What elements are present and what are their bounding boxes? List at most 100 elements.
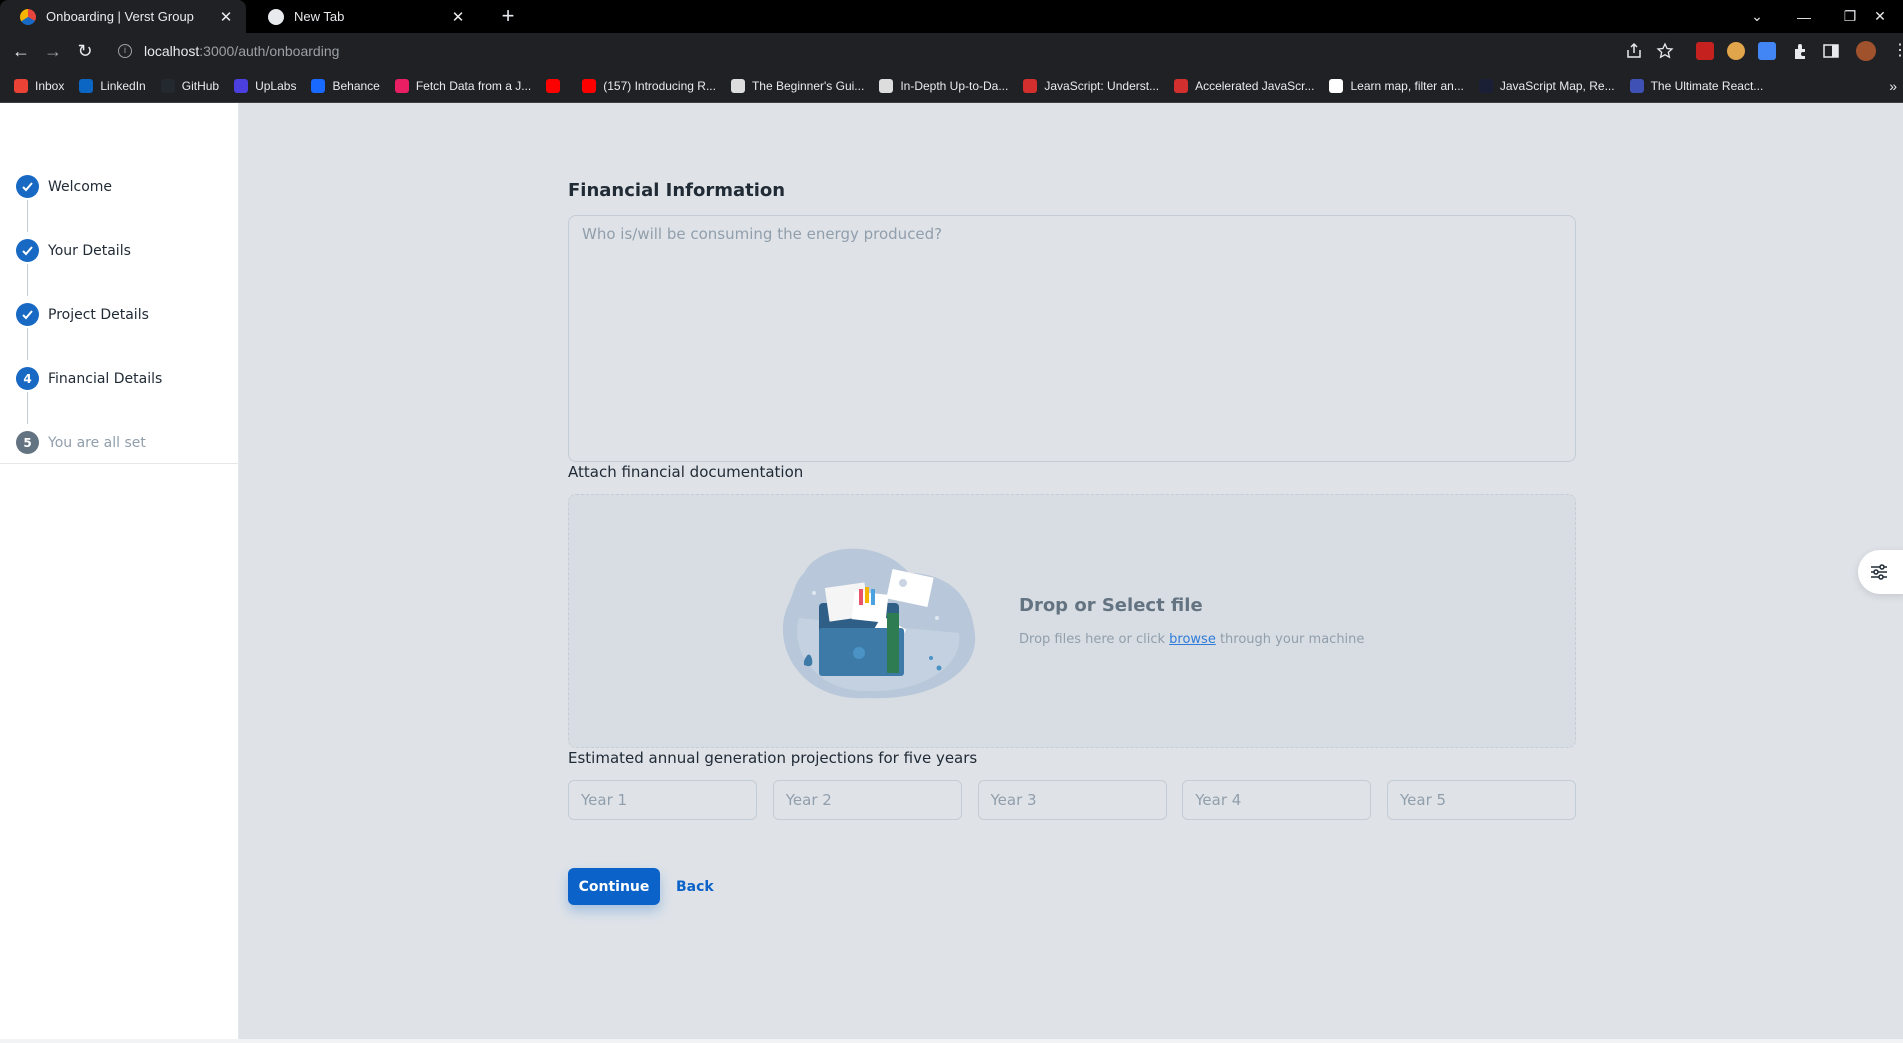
step-label: Welcome (48, 178, 113, 195)
bookmark-item[interactable] (546, 78, 567, 93)
reload-icon[interactable]: ↻ (74, 40, 96, 62)
sliders-icon (1871, 564, 1887, 580)
file-dropzone[interactable]: Drop or Select file Drop files here or c… (568, 494, 1576, 748)
more-bookmarks-icon[interactable]: » (1889, 78, 1897, 94)
dropzone-hint-end: through your machine (1215, 632, 1365, 647)
bookmark-item[interactable]: Inbox (14, 78, 65, 93)
year-5-input[interactable] (1387, 780, 1576, 820)
bookmark-item[interactable]: Behance (311, 78, 380, 93)
bookmark-favicon-icon (160, 78, 175, 93)
step-your-details[interactable]: Your Details (16, 239, 131, 262)
bookmark-label: UpLabs (255, 78, 297, 93)
dropzone-hint-start: Drop files here or click (1019, 632, 1170, 647)
bookmark-favicon-icon (1174, 78, 1189, 93)
browser-tab-newtab[interactable]: New Tab ✕ (248, 0, 478, 33)
year-4-input[interactable] (1182, 780, 1372, 820)
bookmark-favicon-icon (879, 78, 894, 93)
bookmark-label: LinkedIn (100, 78, 146, 93)
browser-tab-active[interactable]: Onboarding | Verst Group ✕ (0, 0, 246, 33)
bookmark-item[interactable]: JavaScript Map, Re... (1478, 78, 1615, 93)
check-icon (16, 303, 39, 326)
profile-avatar[interactable] (1856, 41, 1876, 61)
bookmark-favicon-icon (79, 78, 94, 93)
bookmark-star-icon[interactable] (1656, 42, 1674, 60)
browser-toolbar: ← → ↻ i localhost:3000/auth/onboarding ⋮ (0, 33, 1903, 69)
browse-link[interactable]: browse (1169, 632, 1216, 647)
year-3-input[interactable] (977, 780, 1167, 820)
onboarding-stepper: Welcome Your Details Project Details 4 F… (0, 103, 239, 1043)
bookmark-favicon-icon (394, 78, 409, 93)
step-number: 5 (16, 431, 39, 454)
continue-button[interactable]: Continue (568, 868, 660, 905)
bookmark-item[interactable]: Learn map, filter an... (1329, 78, 1464, 93)
bookmark-label: GitHub (181, 78, 220, 93)
dropzone-hint: Drop files here or click browse through … (1019, 632, 1364, 647)
step-label: You are all set (48, 434, 146, 451)
url-host: localhost (144, 43, 200, 59)
settings-drawer-toggle[interactable] (1858, 550, 1903, 594)
bookmark-label: JavaScript: Underst... (1044, 78, 1160, 93)
tab-title: New Tab (294, 9, 345, 24)
side-panel-icon[interactable] (1822, 42, 1840, 60)
step-label: Project Details (48, 306, 149, 323)
bookmark-item[interactable]: The Ultimate React... (1629, 78, 1763, 93)
browser-tab-strip: Onboarding | Verst Group ✕ New Tab ✕ + ⌄… (0, 0, 1903, 33)
address-bar[interactable]: i localhost:3000/auth/onboarding (108, 37, 1678, 65)
bookmark-item[interactable]: LinkedIn (79, 78, 146, 93)
new-tab-button[interactable]: + (496, 5, 520, 29)
step-financial-details[interactable]: 4 Financial Details (16, 367, 162, 390)
back-button[interactable]: Back (676, 868, 714, 905)
share-icon[interactable] (1625, 42, 1643, 60)
site-favicon-icon (20, 8, 36, 25)
close-window-button[interactable]: ✕ (1857, 0, 1903, 33)
bookmark-item[interactable]: In-Depth Up-to-Da... (879, 78, 1009, 93)
extensions-puzzle-icon[interactable] (1791, 42, 1809, 60)
bookmark-label: In-Depth Up-to-Da... (900, 78, 1009, 93)
step-connector (27, 392, 28, 424)
close-tab-icon[interactable]: ✕ (218, 8, 234, 26)
tab-search-icon[interactable]: ⌄ (1734, 0, 1780, 33)
bookmark-item[interactable]: GitHub (160, 78, 220, 93)
step-label: Financial Details (48, 370, 163, 387)
bookmark-favicon-icon (14, 78, 28, 93)
check-icon (16, 239, 39, 262)
attach-docs-label: Attach financial documentation (568, 463, 804, 481)
step-connector (27, 328, 28, 360)
bookmark-item[interactable]: UpLabs (234, 78, 297, 93)
status-strip (0, 1039, 1903, 1043)
bookmark-label: Learn map, filter an... (1350, 78, 1464, 93)
bookmark-item[interactable]: The Beginner's Gui... (730, 78, 864, 93)
bookmark-item[interactable]: Fetch Data from a J... (394, 78, 531, 93)
page-title: Financial Information (568, 180, 786, 201)
bookmark-favicon-icon (1329, 78, 1344, 93)
step-welcome[interactable]: Welcome (16, 175, 112, 198)
step-all-set[interactable]: 5 You are all set (16, 431, 146, 454)
bookmark-item[interactable]: JavaScript: Underst... (1023, 78, 1160, 93)
bookmark-favicon-icon (546, 78, 561, 93)
minimize-button[interactable]: — (1781, 0, 1827, 33)
bookmark-favicon-icon (1023, 78, 1038, 93)
bookmark-favicon-icon (1478, 78, 1493, 93)
bookmark-favicon-icon (234, 78, 249, 93)
close-tab-icon[interactable]: ✕ (450, 8, 466, 26)
bookmark-label: Inbox (35, 78, 65, 93)
year-1-input[interactable] (568, 780, 757, 820)
site-info-icon[interactable]: i (118, 44, 132, 58)
year-2-input[interactable] (772, 780, 962, 820)
extension-translate-icon[interactable] (1758, 42, 1776, 60)
back-arrow-icon[interactable]: ← (10, 40, 32, 62)
bookmark-item[interactable]: (157) Introducing R... (582, 78, 716, 93)
extension-cookie-icon[interactable] (1727, 42, 1745, 60)
bookmark-favicon-icon (730, 78, 745, 93)
energy-consumer-field[interactable] (568, 215, 1576, 462)
step-project-details[interactable]: Project Details (16, 303, 149, 326)
bookmark-label: JavaScript Map, Re... (1499, 78, 1615, 93)
bookmark-item[interactable]: Accelerated JavaScr... (1174, 78, 1315, 93)
extension-pdf-icon[interactable] (1696, 42, 1714, 60)
browser-menu-icon[interactable]: ⋮ (1889, 40, 1903, 62)
tab-title: Onboarding | Verst Group (46, 9, 194, 24)
bookmark-label: (157) Introducing R... (603, 78, 716, 93)
forward-arrow-icon[interactable]: → (42, 40, 64, 62)
step-connector (27, 200, 28, 232)
bookmark-label: Accelerated JavaScr... (1195, 78, 1315, 93)
